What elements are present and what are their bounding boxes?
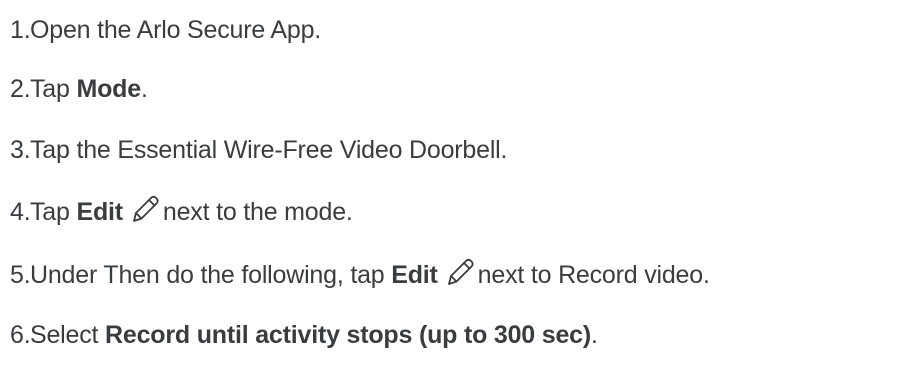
step-item: 4. Tap Edit next to the mode.	[0, 192, 353, 232]
step-item: 5. Under Then do the following, tap Edit…	[0, 255, 710, 295]
step-text-lead: Under Then do the following, tap	[30, 261, 392, 289]
step-text: Tap the Essential Wire-Free Video Doorbe…	[30, 130, 507, 170]
step-text-lead: Select	[30, 321, 106, 349]
step-text: Under Then do the following, tap Edit ne…	[30, 255, 710, 295]
ui-term-mode: Mode	[76, 75, 141, 103]
step-text-lead: Tap	[30, 75, 77, 103]
step-text-lead: Tap	[30, 198, 77, 226]
step-number: 5.	[10, 261, 31, 289]
step-number: 6.	[10, 321, 31, 349]
step-text: Select Record until activity stops (up t…	[30, 315, 598, 355]
step-item: 3. Tap the Essential Wire-Free Video Doo…	[0, 130, 507, 170]
step-text-tail: .	[140, 75, 148, 103]
step-text: Tap Edit next to the mode.	[30, 192, 353, 232]
step-number: 3.	[10, 136, 31, 164]
step-number: 1.	[10, 16, 31, 44]
step-text-tail: .	[591, 321, 598, 349]
step-text-main: Tap the Essential Wire-Free Video Doorbe…	[30, 136, 508, 164]
pencil-edit-icon	[442, 255, 476, 289]
step-text-main: Open the Arlo Secure App.	[30, 16, 322, 44]
pencil-edit-icon	[127, 192, 161, 226]
step-text: Open the Arlo Secure App.	[30, 10, 321, 50]
ui-term-record-option: Record until activity stops (up to 300 s…	[105, 321, 591, 349]
ui-term-edit: Edit	[391, 261, 438, 289]
ui-term-edit: Edit	[76, 198, 123, 226]
step-text-tail: next to Record video.	[477, 261, 710, 289]
step-text: Tap Mode.	[30, 69, 148, 109]
step-text-tail: next to the mode.	[162, 198, 353, 226]
step-item: 1. Open the Arlo Secure App.	[0, 10, 321, 50]
step-item: 2. Tap Mode.	[0, 69, 148, 109]
step-number: 2.	[10, 75, 31, 103]
step-number: 4.	[10, 198, 31, 226]
step-item: 6. Select Record until activity stops (u…	[0, 315, 598, 355]
